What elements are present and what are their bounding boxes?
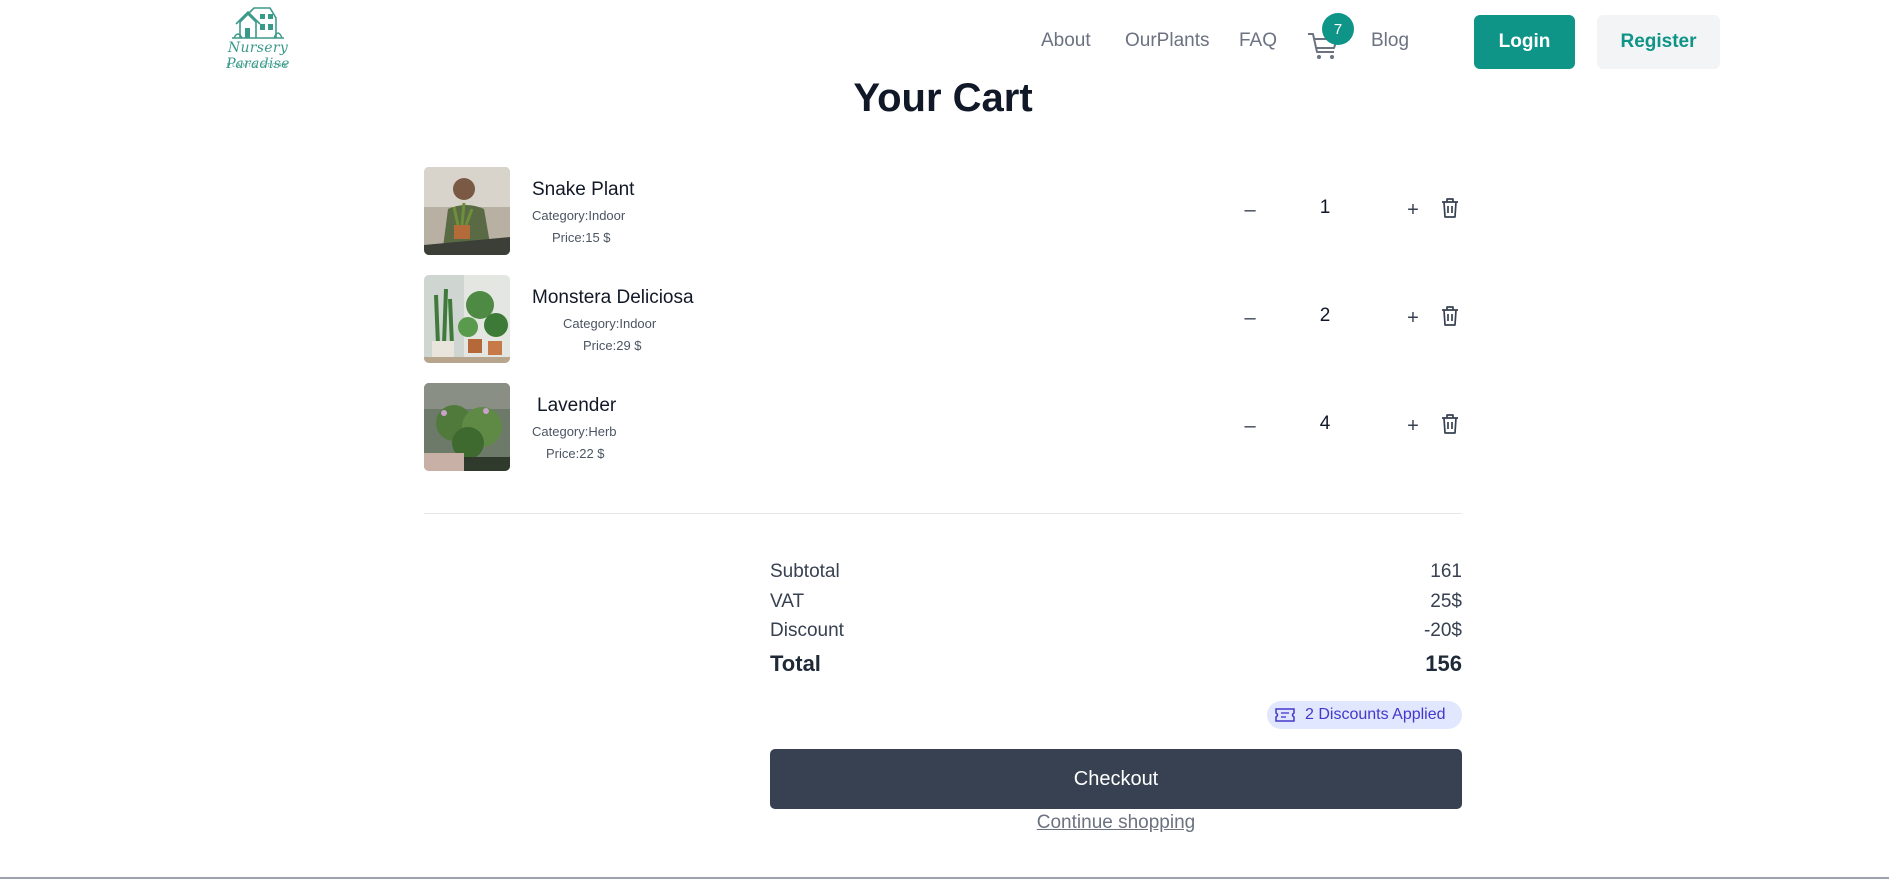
ticket-icon: [1275, 708, 1295, 722]
product-price: Price:22 $: [546, 446, 605, 461]
product-category: Category:Herb: [532, 424, 617, 439]
total-label: Total: [770, 651, 821, 676]
page-title: Your Cart: [853, 76, 1033, 120]
increase-quantity-button[interactable]: +: [1400, 305, 1426, 331]
quantity-value: 1: [1319, 197, 1331, 218]
discount-label: Discount: [770, 620, 844, 641]
cart-count-badge: 7: [1322, 13, 1354, 45]
product-name: Monstera Deliciosa: [532, 287, 694, 308]
logo-tagline: PLANTS STORE: [227, 63, 289, 69]
increase-quantity-button[interactable]: +: [1400, 197, 1426, 223]
site-header: Nursery Paradise PLANTS STORE About OurP…: [0, 0, 1889, 82]
trash-icon: [1442, 414, 1458, 434]
nav-blog[interactable]: Blog: [1371, 30, 1409, 52]
product-category: Category:Indoor: [532, 208, 626, 223]
product-name: Lavender: [537, 395, 617, 416]
product-image: [424, 383, 510, 471]
increase-quantity-button[interactable]: +: [1400, 413, 1426, 439]
logo[interactable]: Nursery Paradise PLANTS STORE: [198, 4, 318, 72]
continue-shopping-wrapper: Continue shopping: [770, 812, 1462, 834]
product-category: Category:Indoor: [563, 316, 657, 331]
remove-item-button[interactable]: [1440, 305, 1462, 329]
cart-item: Lavender Category:Herb Price:22 $ – 4 +: [424, 383, 1462, 471]
product-image: [424, 167, 510, 255]
house-logo-icon: [232, 7, 284, 39]
checkout-button[interactable]: Checkout: [770, 749, 1462, 809]
subtotal-value: 161: [1430, 561, 1462, 582]
trash-icon: [1442, 306, 1458, 326]
product-image: [424, 275, 510, 363]
product-name: Snake Plant: [532, 179, 635, 200]
quantity-value: 2: [1319, 305, 1331, 326]
product-price: Price:29 $: [583, 338, 642, 353]
discounts-applied-badge: 2 Discounts Applied: [1267, 701, 1462, 729]
decrease-quantity-button[interactable]: –: [1237, 413, 1263, 439]
nav-about[interactable]: About: [1041, 30, 1091, 52]
total-value: 156: [1425, 651, 1462, 676]
cart-item: Monstera Deliciosa Category:Indoor Price…: [424, 275, 1462, 363]
product-price: Price:15 $: [552, 230, 611, 245]
vat-label: VAT: [770, 591, 805, 612]
divider: [424, 513, 1462, 514]
discounts-applied-label: 2 Discounts Applied: [1305, 706, 1446, 723]
nav-our-plants[interactable]: OurPlants: [1125, 30, 1209, 52]
remove-item-button[interactable]: [1440, 413, 1462, 437]
vat-value: 25$: [1430, 591, 1462, 612]
subtotal-label: Subtotal: [770, 561, 840, 582]
continue-shopping-link[interactable]: Continue shopping: [1037, 812, 1195, 833]
discount-value: -20$: [1423, 620, 1462, 641]
nav-faq[interactable]: FAQ: [1239, 30, 1277, 52]
cart-item: Snake Plant Category:Indoor Price:15 $ –…: [424, 167, 1462, 255]
remove-item-button[interactable]: [1440, 197, 1462, 221]
trash-icon: [1442, 198, 1458, 218]
register-button[interactable]: Register: [1597, 15, 1720, 69]
login-button[interactable]: Login: [1474, 15, 1575, 69]
decrease-quantity-button[interactable]: –: [1237, 197, 1263, 223]
decrease-quantity-button[interactable]: –: [1237, 305, 1263, 331]
quantity-value: 4: [1319, 413, 1331, 434]
